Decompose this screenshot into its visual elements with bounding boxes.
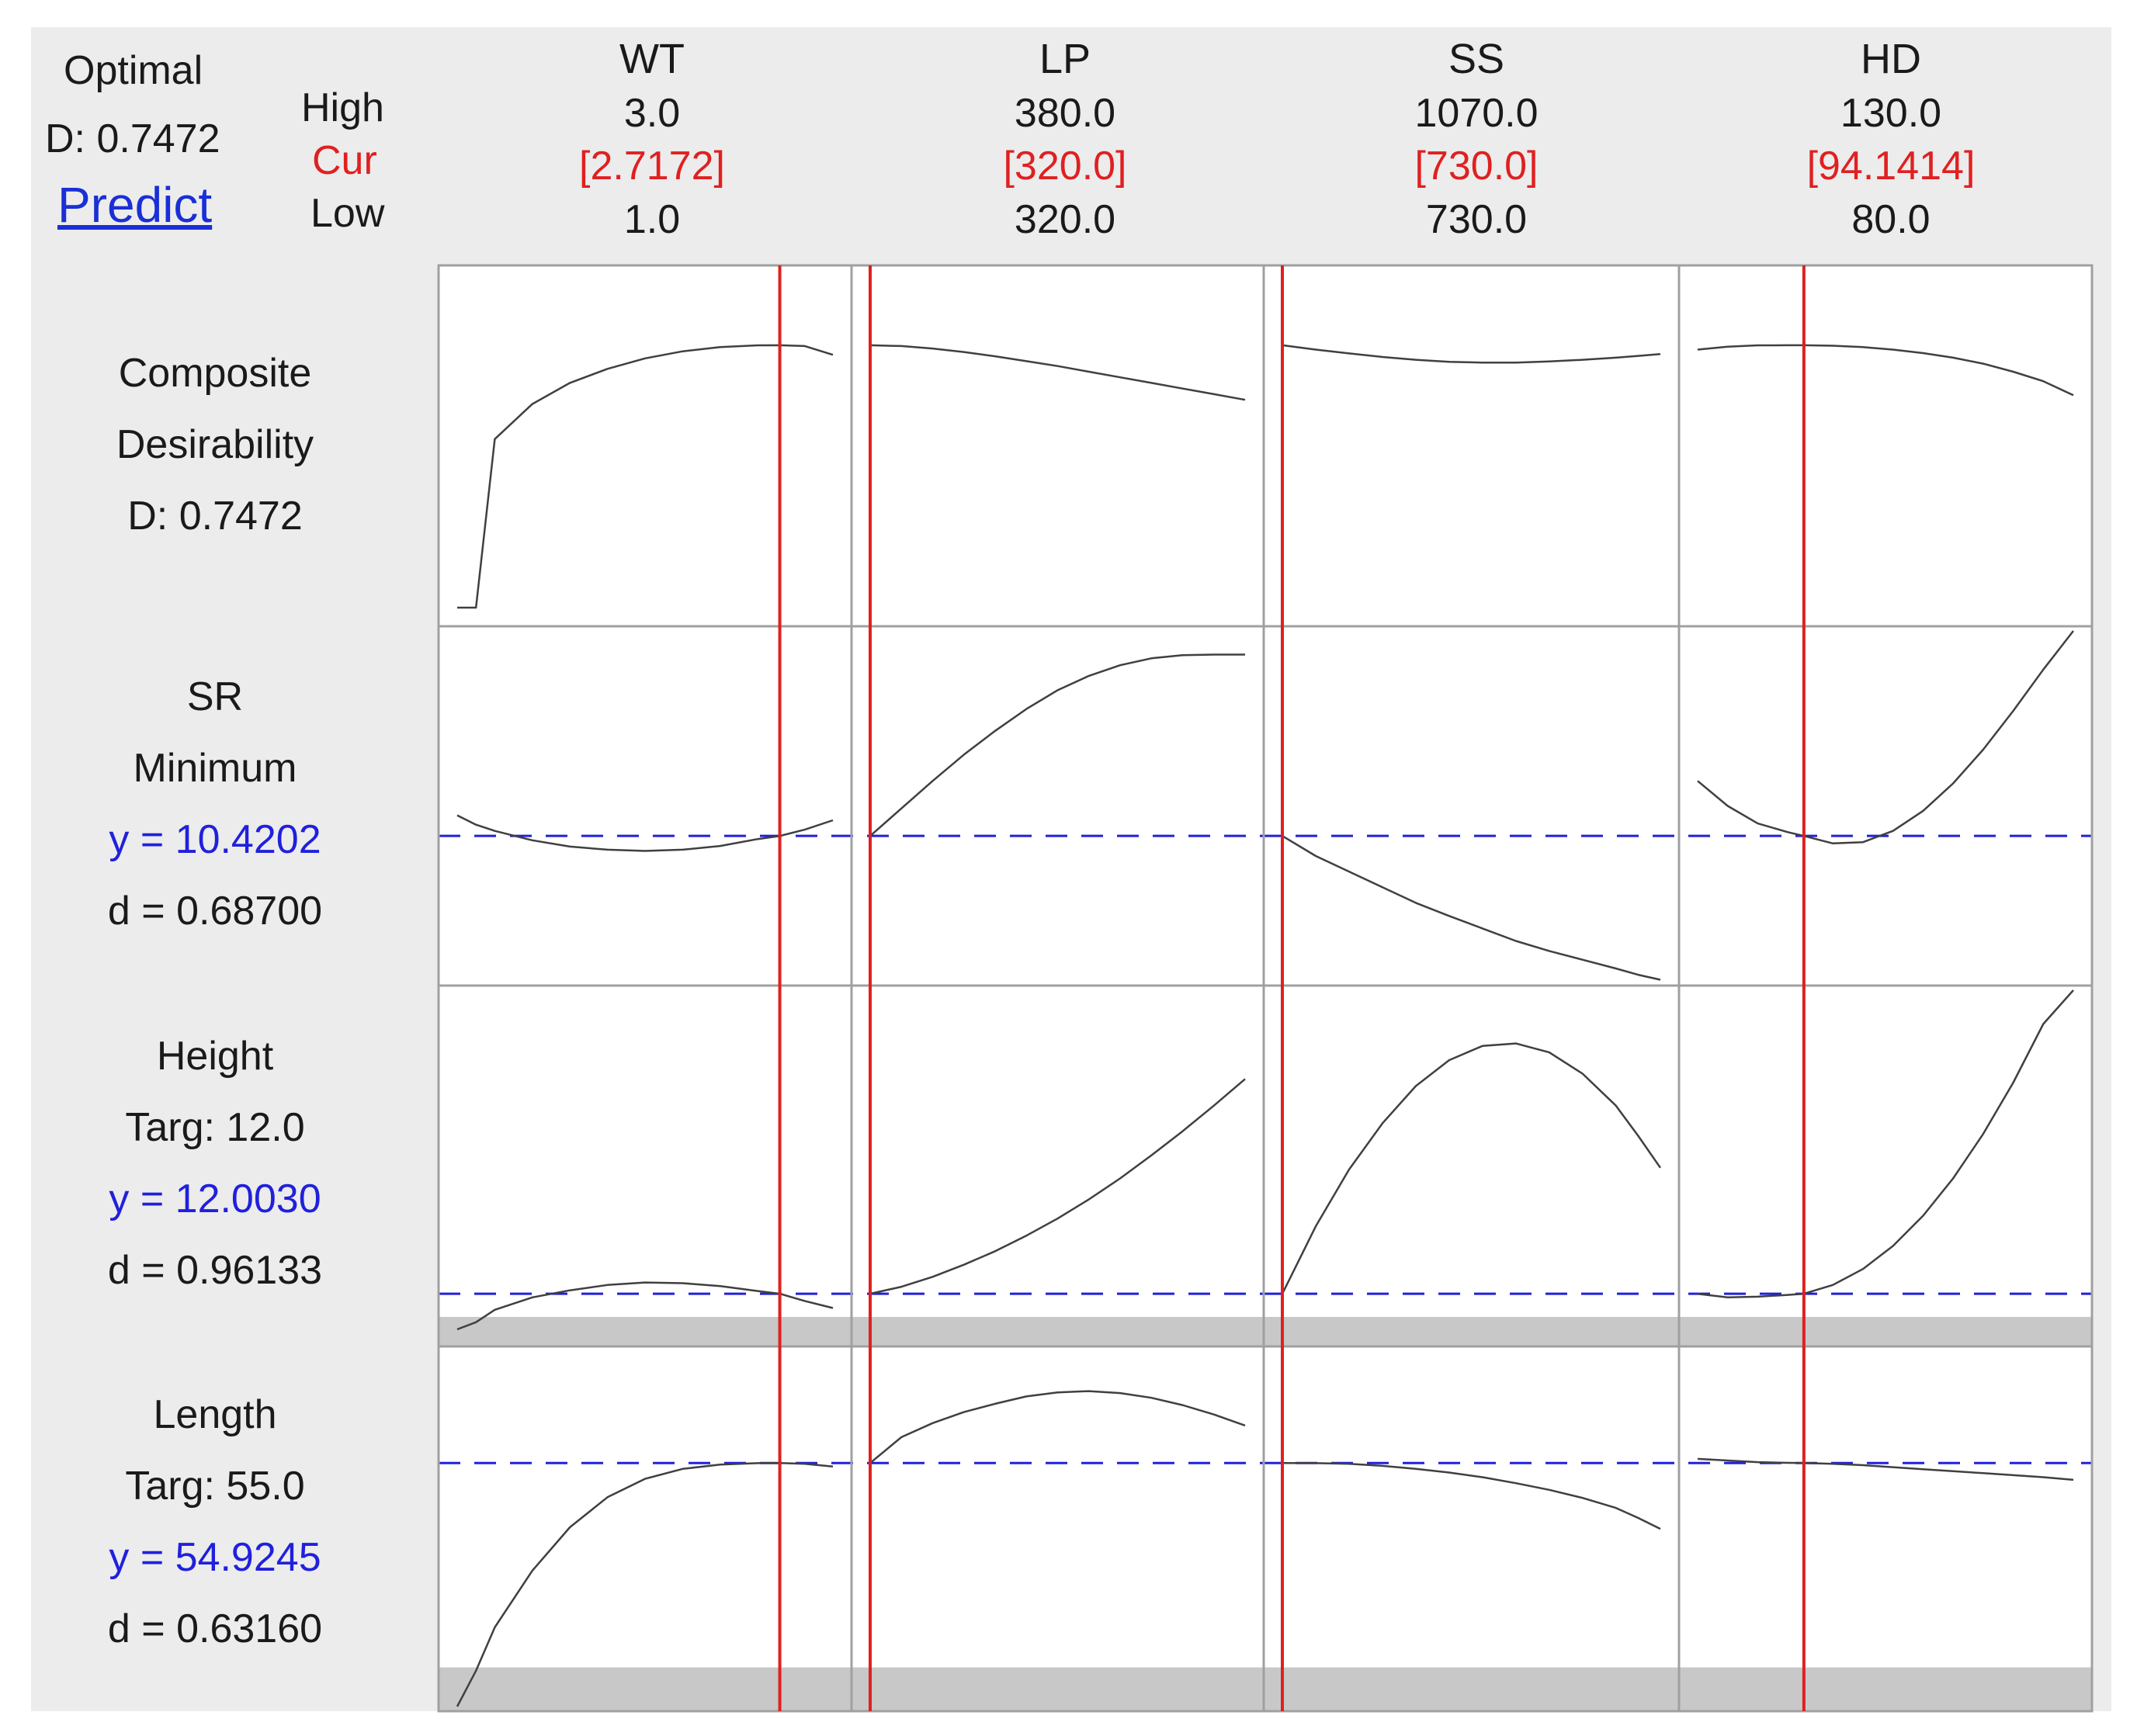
undesirable-band <box>439 1667 852 1711</box>
undesirable-band <box>1264 1667 1679 1711</box>
plot-cell-bg <box>439 1346 852 1711</box>
plot-cell-bg <box>1679 265 2092 626</box>
undesirable-band <box>852 1316 1264 1346</box>
plot-cell-bg <box>1679 626 2092 986</box>
optimizer-plot-grid <box>437 264 2094 1713</box>
plot-cell-bg <box>439 986 852 1346</box>
plot-cell-bg <box>852 1346 1264 1711</box>
plot-cell-bg <box>852 986 1264 1346</box>
plot-cell-bg <box>1679 1346 2092 1711</box>
plot-cell-bg <box>1679 986 2092 1346</box>
undesirable-band <box>1679 1667 2092 1711</box>
plot-cell-bg <box>439 265 852 626</box>
undesirable-band <box>1679 1316 2092 1346</box>
plot-cell-bg <box>852 265 1264 626</box>
plot-cell-bg <box>1264 265 1679 626</box>
plot-cell-bg <box>852 626 1264 986</box>
undesirable-band <box>439 1316 852 1346</box>
plot-cell-bg <box>1264 1346 1679 1711</box>
undesirable-band <box>852 1667 1264 1711</box>
undesirable-band <box>1264 1316 1679 1346</box>
plot-cell-bg <box>1264 986 1679 1346</box>
plot-cell-bg <box>1264 626 1679 986</box>
plot-cell-bg <box>439 626 852 986</box>
